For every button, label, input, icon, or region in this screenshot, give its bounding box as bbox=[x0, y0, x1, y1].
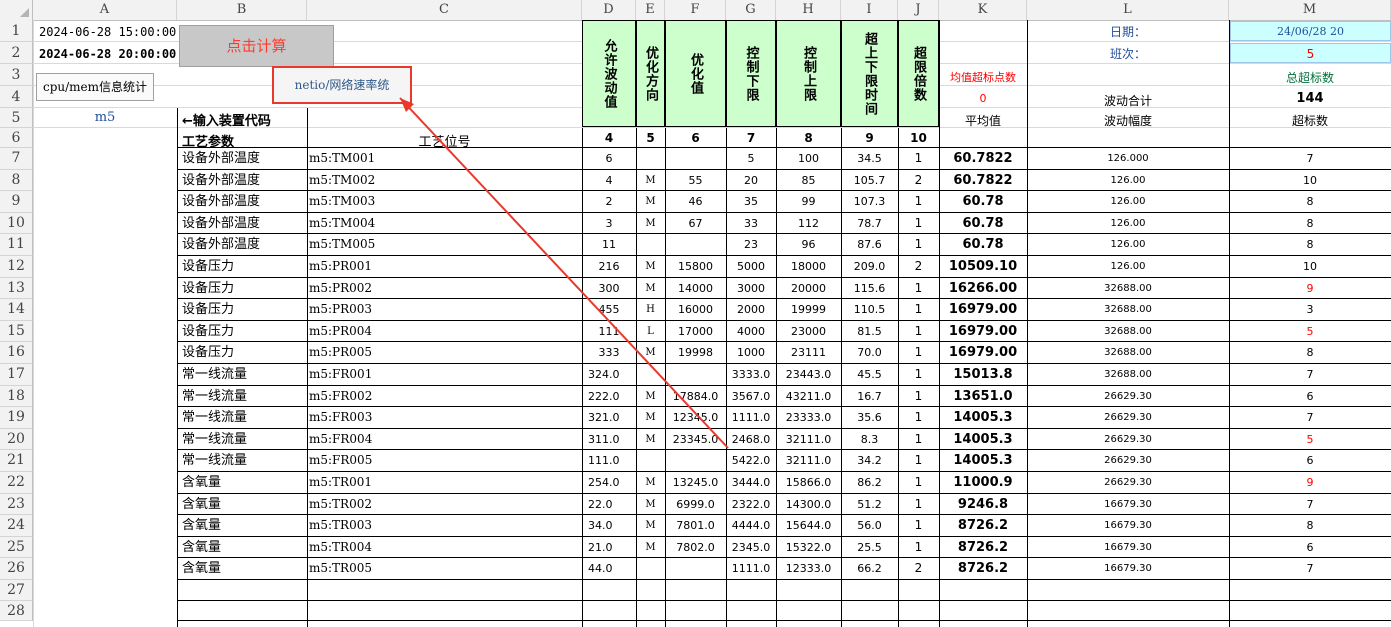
annotation-arrow-line bbox=[399, 97, 729, 449]
spreadsheet: A B C D E F G H I J K L M 1 2 3 4 5 6 7 8 9 10 11 1… bbox=[0, 0, 1391, 627]
annotation-arrow bbox=[399, 97, 729, 449]
